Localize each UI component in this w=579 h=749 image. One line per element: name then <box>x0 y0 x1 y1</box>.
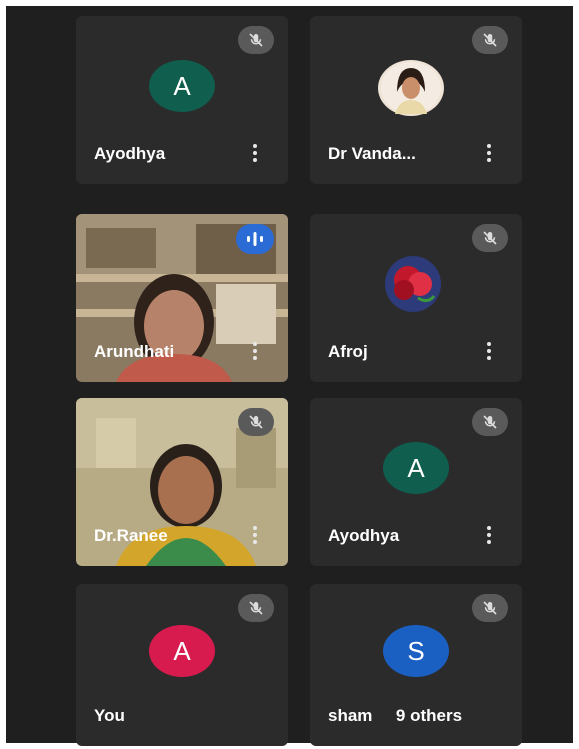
participant-name: Arundhati <box>94 342 175 361</box>
more-options-icon[interactable] <box>486 342 492 364</box>
more-options-icon[interactable] <box>486 526 492 548</box>
participant-name: Ayodhya <box>94 144 166 163</box>
avatar-initial: S <box>407 635 425 666</box>
more-options-icon[interactable] <box>252 342 258 364</box>
avatar-initial: A <box>173 635 191 666</box>
participant-name: Afroj <box>328 342 368 361</box>
participant-tile[interactable]: A Ayodhya <box>76 16 288 184</box>
mic-off-icon <box>238 408 274 436</box>
avatar <box>378 60 444 116</box>
speaking-indicator-icon <box>236 224 274 254</box>
more-options-icon[interactable] <box>252 144 258 166</box>
participant-tile-self[interactable]: A You <box>76 584 288 746</box>
more-options-icon[interactable] <box>252 526 258 548</box>
participant-tile[interactable]: Afroj <box>310 214 522 382</box>
participant-name: Dr.Ranee <box>94 526 168 545</box>
participant-name: Dr Vanda... <box>328 144 416 163</box>
avatar-initial: A <box>173 70 191 101</box>
participant-tile[interactable]: Arundhati <box>76 214 288 382</box>
mic-off-icon <box>472 594 508 622</box>
participant-tile[interactable]: A Ayodhya <box>310 398 522 566</box>
participant-name: Ayodhya <box>328 526 400 545</box>
participant-name-text: sham <box>328 706 373 725</box>
avatar <box>378 254 448 314</box>
mic-off-icon <box>472 408 508 436</box>
others-count: 9 others <box>395 706 463 725</box>
mic-off-icon <box>238 26 274 54</box>
participant-tile[interactable]: Dr.Ranee <box>76 398 288 566</box>
mic-off-icon <box>472 26 508 54</box>
participant-tile[interactable]: Dr Vanda... <box>310 16 522 184</box>
avatar: A <box>383 442 449 494</box>
meeting-grid: A Ayodhya Dr Vanda... Arundhati Afroj Dr… <box>6 6 573 746</box>
mic-off-icon <box>238 594 274 622</box>
mic-off-icon <box>472 224 508 252</box>
avatar: S <box>383 625 449 677</box>
avatar-initial: A <box>407 452 425 483</box>
more-options-icon[interactable] <box>486 144 492 166</box>
participant-tile-others[interactable]: S sham 9 others <box>310 584 522 746</box>
avatar: A <box>149 60 215 112</box>
participant-name: sham 9 others <box>328 706 462 726</box>
avatar: A <box>149 625 215 677</box>
participant-name: You <box>94 706 125 725</box>
